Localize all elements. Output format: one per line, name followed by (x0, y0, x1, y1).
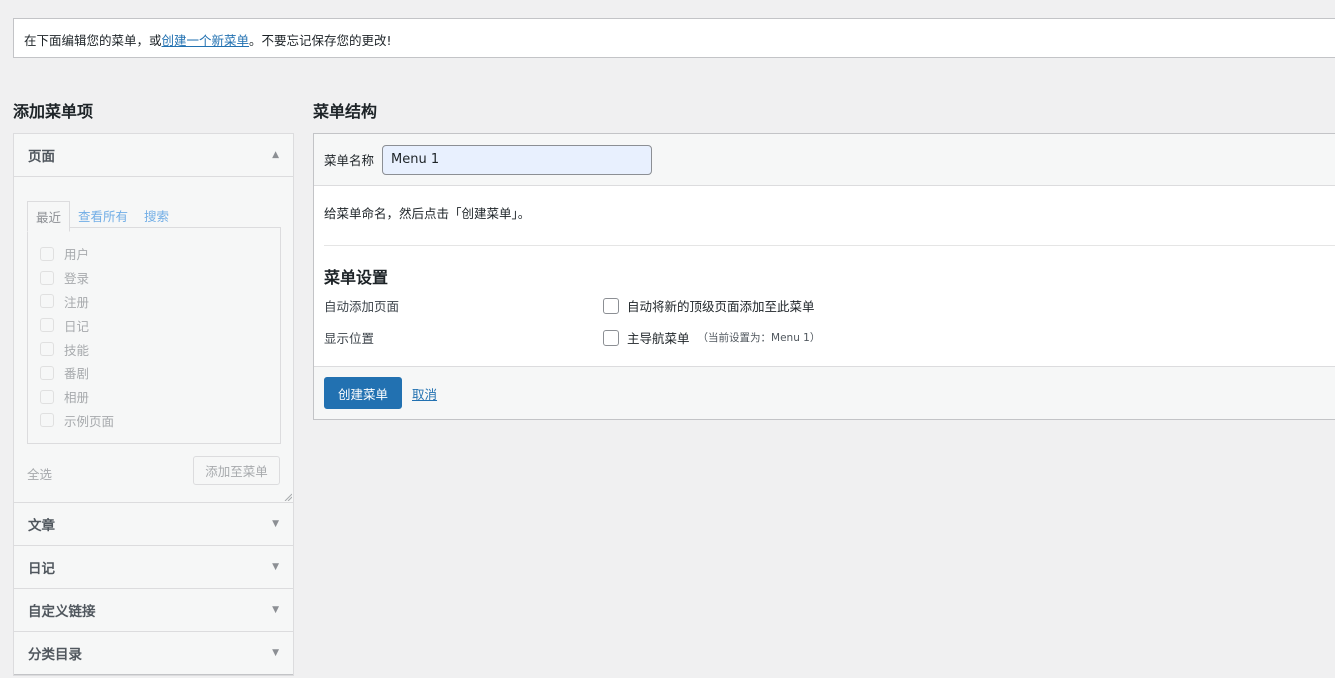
current-setting-note: （当前设置为：Menu 1） (697, 332, 821, 344)
pages-section-header[interactable]: 页面 ▲ (14, 134, 293, 177)
page-label: 用户 (64, 247, 90, 263)
auto-add-pages-label: 自动添加页面 (324, 299, 400, 314)
auto-add-option-label: 自动将新的顶级页面添加至此菜单 (627, 299, 815, 314)
list-item[interactable]: 用户 (28, 242, 280, 266)
list-item[interactable]: 登录 (28, 266, 280, 290)
caret-down-icon: ▼ (272, 562, 279, 572)
menu-name-input[interactable] (382, 144, 653, 175)
resize-grip-icon[interactable] (284, 493, 292, 501)
page-label: 相册 (64, 390, 90, 406)
page-label: 登录 (64, 271, 90, 287)
cancel-link[interactable]: 取消 (412, 384, 437, 403)
section-label: 文章 (28, 518, 55, 534)
notice-text: 在下面编辑您的菜单，或 (24, 33, 162, 48)
create-menu-button[interactable]: 创建菜单 (324, 377, 403, 409)
tab-recent[interactable]: 最近 (27, 201, 71, 232)
menu-name-bar: 菜单名称 (314, 134, 1335, 186)
page-label: 示例页面 (64, 413, 115, 429)
auto-add-checkbox[interactable] (603, 297, 619, 314)
primary-nav-option[interactable]: 主导航菜单 （当前设置为：Menu 1） (603, 328, 820, 347)
page-label: 技能 (64, 342, 90, 358)
list-item[interactable]: 相册 (28, 385, 280, 409)
section-label: 分类目录 (28, 647, 82, 663)
diary-section-header[interactable]: 日记 ▼ (14, 546, 293, 589)
add-menu-items-title: 添加菜单项 (13, 102, 94, 121)
primary-nav-label: 主导航菜单 (627, 331, 690, 346)
checkbox[interactable] (40, 318, 54, 333)
pages-list: 用户 登录 注册 日记 技能 番剧 相册 示例页面 (27, 227, 281, 444)
display-location-label: 显示位置 (324, 331, 375, 346)
menu-settings-title: 菜单设置 (324, 268, 389, 287)
checkbox[interactable] (40, 246, 54, 261)
posts-section-header[interactable]: 文章 ▼ (14, 503, 293, 546)
caret-down-icon: ▼ (272, 519, 279, 529)
notice-bar: 在下面编辑您的菜单，或创建一个新菜单。不要忘记保存您的更改! (13, 18, 1335, 58)
section-label: 自定义链接 (28, 604, 96, 620)
caret-down-icon: ▼ (272, 605, 279, 615)
create-new-menu-link[interactable]: 创建一个新菜单 (162, 33, 250, 48)
menu-structure-title: 菜单结构 (313, 102, 378, 121)
page-label: 注册 (64, 294, 90, 310)
checkbox[interactable] (40, 270, 54, 285)
menu-footer: 创建菜单 取消 (314, 366, 1335, 419)
custom-links-section-header[interactable]: 自定义链接 ▼ (14, 589, 293, 632)
add-menu-items-panel: 页面 ▲ 最近 查看所有 搜索 用户 登录 注册 日记 技能 番剧 相册 示例页… (13, 133, 294, 676)
checkbox[interactable] (40, 342, 54, 357)
menu-name-label: 菜单名称 (324, 153, 375, 168)
pages-section-body: 最近 查看所有 搜索 用户 登录 注册 日记 技能 番剧 相册 示例页面 全选 … (14, 177, 293, 503)
list-item[interactable]: 技能 (28, 337, 280, 361)
page-label: 番剧 (64, 366, 90, 382)
list-item[interactable]: 番剧 (28, 361, 280, 385)
checkbox[interactable] (40, 294, 54, 309)
notice-suffix: 。不要忘记保存您的更改! (249, 33, 392, 48)
categories-section-header[interactable]: 分类目录 ▼ (14, 632, 293, 675)
pages-section-label: 页面 (28, 149, 55, 165)
menu-structure-panel: 菜单名称 给菜单命名，然后点击「创建菜单」。 菜单设置 自动添加页面 自动将新的… (313, 133, 1335, 420)
checkbox[interactable] (40, 413, 54, 428)
menu-hint-text: 给菜单命名，然后点击「创建菜单」。 (324, 206, 531, 221)
divider (324, 245, 1335, 246)
select-all-link[interactable]: 全选 (27, 464, 52, 483)
caret-up-icon: ▲ (272, 150, 279, 160)
checkbox[interactable] (40, 365, 54, 380)
section-label: 日记 (28, 561, 55, 577)
caret-down-icon: ▼ (272, 648, 279, 658)
list-item[interactable]: 日记 (28, 313, 280, 337)
auto-add-pages-option[interactable]: 自动将新的顶级页面添加至此菜单 (603, 296, 815, 315)
checkbox[interactable] (40, 389, 54, 404)
primary-nav-checkbox[interactable] (603, 329, 619, 346)
list-item[interactable]: 注册 (28, 290, 280, 314)
accordion: 页面 ▲ 最近 查看所有 搜索 用户 登录 注册 日记 技能 番剧 相册 示例页… (13, 133, 294, 676)
list-item[interactable]: 示例页面 (28, 409, 280, 433)
page-label: 日记 (64, 318, 90, 334)
add-to-menu-button[interactable]: 添加至菜单 (193, 456, 280, 485)
